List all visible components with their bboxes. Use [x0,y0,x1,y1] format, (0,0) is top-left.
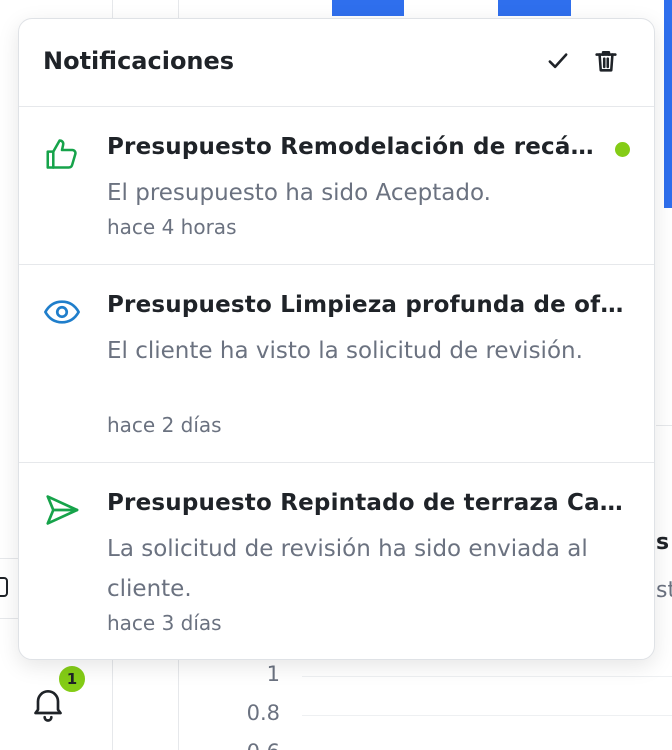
notification-item[interactable]: Presupuesto Limpieza profunda de oficina… [19,265,654,463]
popover-header: Notificaciones [19,19,654,107]
send-icon [43,491,81,529]
sidebar-divider [0,618,18,619]
notification-message: El presupuesto ha sido Aceptado. [107,180,491,206]
notification-time: hace 4 horas [107,215,237,239]
delete-all-button[interactable] [589,43,623,79]
y-axis-tick-label: 1 [266,662,280,686]
notification-count-badge: 1 [56,663,88,695]
notification-title: Presupuesto Limpieza profunda de oficina [107,292,625,318]
popover-title: Notificaciones [43,47,235,75]
notifications-popover: Notificaciones Presupuesto Remodelación … [18,18,655,660]
chart-gridline [302,676,672,677]
sidebar-divider [0,558,18,559]
unread-indicator [615,142,630,157]
y-axis-tick-label: 0.6 [210,740,280,750]
eye-icon [43,293,81,331]
notification-title: Presupuesto Remodelación de recámara pri… [107,134,597,160]
chart-gridline [302,715,672,716]
background-text-fragment: st [656,578,672,603]
trash-icon [595,50,617,72]
notification-message: El cliente ha visto la solicitud de revi… [107,338,583,364]
background-text-fragment: s [656,530,670,555]
chart-bar [332,0,404,16]
check-icon [548,53,568,69]
mark-all-read-button[interactable] [541,43,575,79]
chart-bar [498,0,571,16]
notification-message: La solicitud de revisión ha sido enviada… [107,536,588,602]
notification-title: Presupuesto Repintado de terraza Casa [107,490,625,516]
notification-time: hace 3 días [107,611,222,635]
chart-bar [664,0,672,208]
notification-item[interactable]: Presupuesto Repintado de terraza Casa La… [19,463,654,659]
sidebar-item-icon[interactable] [0,577,8,597]
panel-divider [656,425,672,426]
y-axis-tick-label: 0.8 [246,701,280,725]
thumbs-up-icon [43,135,81,173]
notification-item[interactable]: Presupuesto Remodelación de recámara pri… [19,107,654,265]
notification-time: hace 2 días [107,413,222,437]
